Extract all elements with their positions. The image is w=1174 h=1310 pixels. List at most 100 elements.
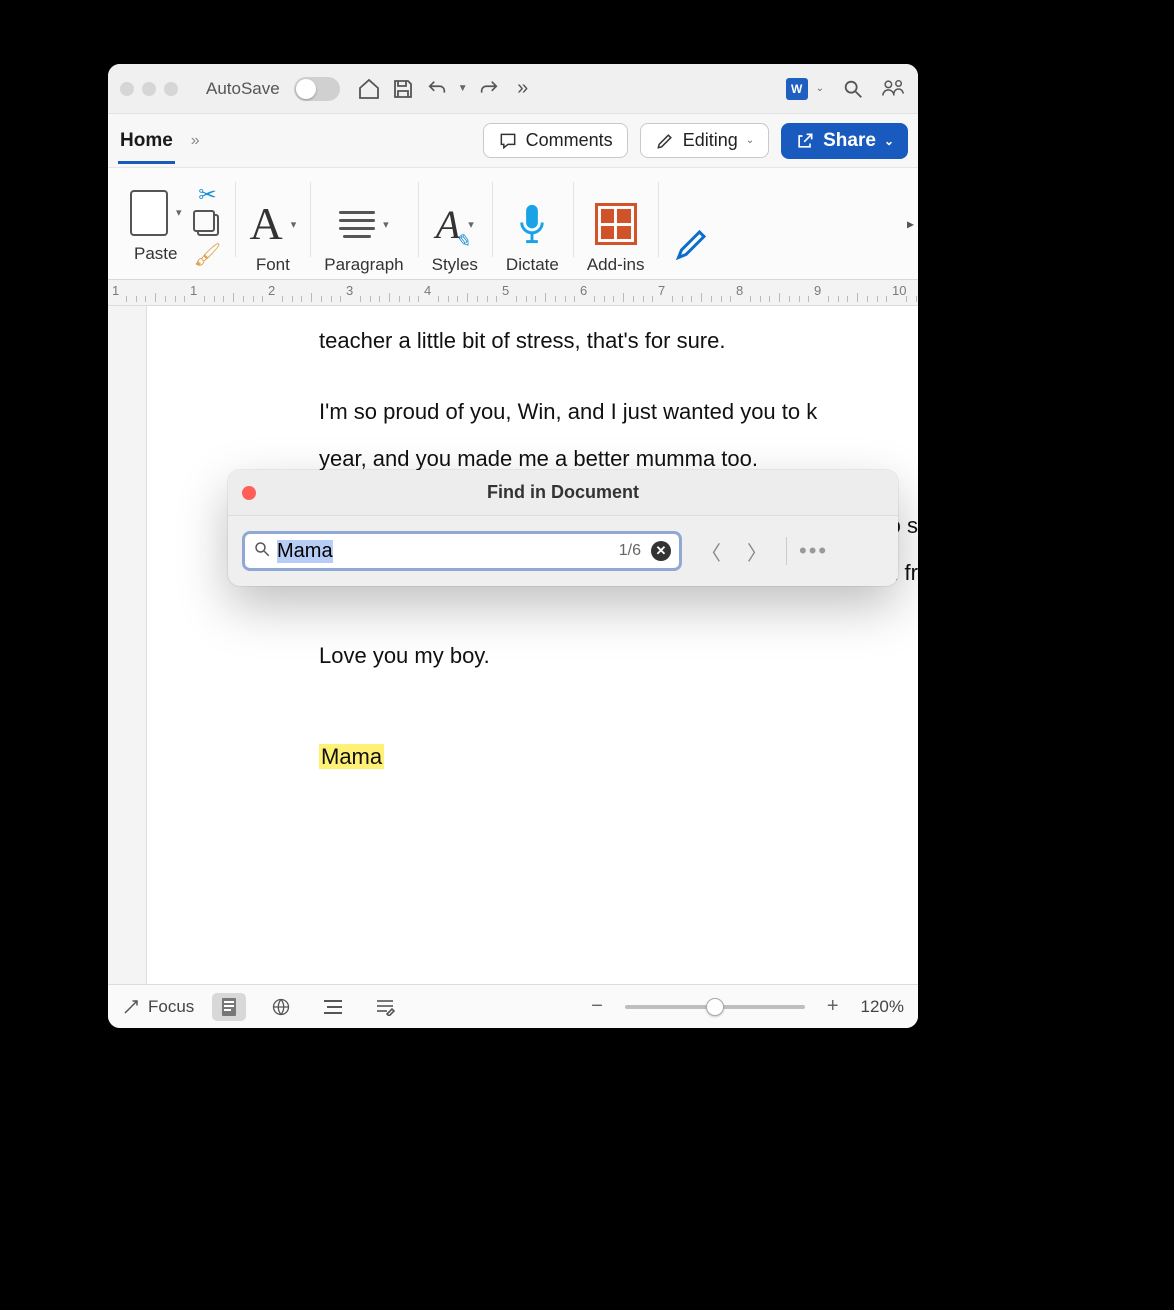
focus-mode-button[interactable]: Focus <box>122 997 194 1017</box>
chevron-down-icon[interactable]: ▾ <box>176 206 182 219</box>
outline-icon <box>323 999 343 1015</box>
web-layout-view-button[interactable] <box>264 993 298 1021</box>
chevron-down-icon: ▾ <box>383 218 389 231</box>
search-icon[interactable] <box>840 76 866 102</box>
clipboard-group: ▾ Paste ✂ 🖌 <box>116 174 235 275</box>
save-icon[interactable] <box>390 76 416 102</box>
draft-icon <box>375 998 395 1016</box>
maximize-window-button[interactable] <box>164 82 178 96</box>
filename-dropdown-icon[interactable]: ⌄ <box>816 83 824 94</box>
paste-icon <box>130 190 168 236</box>
zoom-in-button[interactable]: + <box>823 995 843 1018</box>
redo-icon[interactable] <box>476 76 502 102</box>
zoom-out-button[interactable]: − <box>587 995 607 1018</box>
ribbon: ▾ Paste ✂ 🖌 A ▾ Font ▾ Paragraph A✎ ▾ Styl… <box>108 168 918 280</box>
format-painter-icon[interactable]: 🖌 <box>194 242 222 268</box>
outline-view-button[interactable] <box>316 993 350 1021</box>
chevron-down-icon: ⌄ <box>746 135 754 146</box>
dictate-label: Dictate <box>506 255 559 275</box>
account-icon[interactable] <box>880 76 906 102</box>
zoom-level[interactable]: 120% <box>861 997 904 1017</box>
chevron-down-icon: ▾ <box>468 218 474 231</box>
font-label: Font <box>256 255 290 275</box>
chevron-down-icon: ⌄ <box>884 134 894 148</box>
ruler-number: 3 <box>346 283 353 298</box>
paragraph-group[interactable]: ▾ Paragraph <box>310 174 417 275</box>
zoom-slider[interactable] <box>625 1005 805 1009</box>
text-line: teacher a little bit of stress, that's f… <box>319 324 918 357</box>
search-icon <box>253 540 271 563</box>
editing-mode-button[interactable]: Editing ⌄ <box>640 123 769 158</box>
more-tabs-icon[interactable]: » <box>187 132 204 150</box>
autosave-label: AutoSave <box>206 79 280 99</box>
ruler-number: 1 <box>112 283 119 298</box>
ruler-number: 5 <box>502 283 509 298</box>
highlighted-match: Mama <box>319 740 918 773</box>
editor-group[interactable] <box>658 174 718 275</box>
tab-home[interactable]: Home <box>118 118 175 164</box>
dictate-group[interactable]: Dictate <box>492 174 573 275</box>
find-in-document-panel: Find in Document 1/6 ✕ 〈 〉 ••• <box>228 470 898 586</box>
divider <box>786 537 787 565</box>
draft-view-button[interactable] <box>368 993 402 1021</box>
font-icon: A <box>249 201 282 247</box>
find-search-field[interactable]: 1/6 ✕ <box>242 531 682 571</box>
undo-icon[interactable] <box>424 76 450 102</box>
more-quickaccess-icon[interactable]: » <box>510 76 536 102</box>
comments-label: Comments <box>526 130 613 151</box>
page-icon <box>220 997 238 1017</box>
ruler-number: 2 <box>268 283 275 298</box>
copy-icon[interactable] <box>197 214 219 236</box>
ribbon-expand-icon[interactable]: ▸ <box>907 215 914 232</box>
find-panel-title: Find in Document <box>487 482 639 503</box>
undo-dropdown-icon[interactable]: ▼ <box>458 83 468 94</box>
focus-label: Focus <box>148 997 194 1017</box>
clear-search-button[interactable]: ✕ <box>651 541 671 561</box>
font-group[interactable]: A ▾ Font <box>235 174 310 275</box>
find-previous-button[interactable]: 〈 <box>694 534 728 568</box>
ruler[interactable]: 2112345678910 <box>108 280 918 306</box>
share-label: Share <box>823 130 876 152</box>
chevron-down-icon: ▾ <box>291 218 297 231</box>
ruler-number: 6 <box>580 283 587 298</box>
text-line: Love you my boy. <box>319 639 918 672</box>
share-button[interactable]: Share ⌄ <box>781 123 908 159</box>
ribbon-tabs: Home » Comments Editing ⌄ Share ⌄ <box>108 114 918 168</box>
find-next-button[interactable]: 〉 <box>740 534 774 568</box>
globe-icon <box>271 997 291 1017</box>
window-controls <box>120 82 178 96</box>
paste-button[interactable]: ▾ <box>130 186 182 240</box>
pencil-icon <box>655 131 675 151</box>
share-icon <box>795 131 815 151</box>
titlebar: AutoSave ▼ » W ⌄ <box>108 64 918 114</box>
print-layout-view-button[interactable] <box>212 993 246 1021</box>
find-input[interactable] <box>277 540 613 563</box>
styles-group[interactable]: A✎ ▾ Styles <box>418 174 492 275</box>
comments-button[interactable]: Comments <box>483 123 628 158</box>
addins-group[interactable]: Add-ins <box>573 174 659 275</box>
find-result-count: 1/6 <box>619 542 641 560</box>
page: teacher a little bit of stress, that's f… <box>146 306 918 984</box>
focus-icon <box>122 998 140 1016</box>
ruler-number: 8 <box>736 283 743 298</box>
find-options-button[interactable]: ••• <box>799 538 828 564</box>
cut-icon[interactable]: ✂ <box>198 182 216 208</box>
dictate-button[interactable] <box>514 197 550 251</box>
paste-label: Paste <box>134 244 177 264</box>
mic-icon <box>514 202 550 246</box>
styles-icon: A✎ <box>436 201 460 248</box>
text-line: I'm so proud of you, Win, and I just wan… <box>319 395 918 428</box>
document-area[interactable]: teacher a little bit of stress, that's f… <box>108 306 918 984</box>
word-app-icon: W <box>786 78 808 100</box>
ruler-number: 9 <box>814 283 821 298</box>
close-window-button[interactable] <box>120 82 134 96</box>
close-find-button[interactable] <box>242 486 256 500</box>
ruler-number: 4 <box>424 283 431 298</box>
addins-label: Add-ins <box>587 255 645 275</box>
minimize-window-button[interactable] <box>142 82 156 96</box>
autosave-toggle[interactable] <box>294 77 340 101</box>
find-panel-titlebar: Find in Document <box>228 470 898 516</box>
styles-label: Styles <box>432 255 478 275</box>
home-icon[interactable] <box>356 76 382 102</box>
addins-icon <box>595 203 637 245</box>
